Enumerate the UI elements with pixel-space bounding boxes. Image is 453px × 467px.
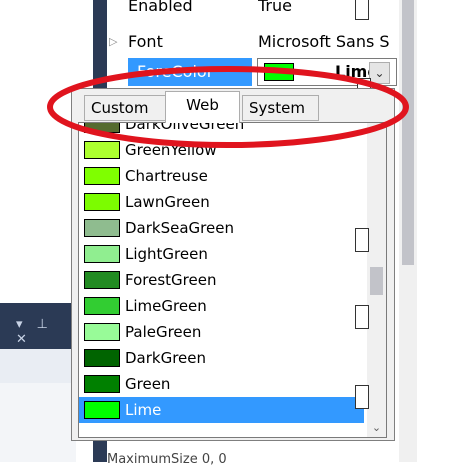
- expand-arrow-icon[interactable]: ▷: [109, 35, 117, 48]
- color-name: DarkGreen: [125, 349, 207, 367]
- property-name: ForeColor: [128, 58, 252, 86]
- color-list-item[interactable]: GreenYellow: [79, 137, 364, 163]
- color-swatch: [84, 297, 120, 315]
- partial-property-row: MaximumSize 0, 0: [107, 452, 227, 467]
- color-name: LightGreen: [125, 245, 208, 263]
- color-name: Chartreuse: [125, 167, 208, 185]
- property-grid-scroll-thumb[interactable]: [402, 0, 414, 265]
- color-name: LimeGreen: [125, 297, 207, 315]
- property-row-font[interactable]: ▷ Font Microsoft Sans S: [107, 30, 399, 56]
- color-list-item[interactable]: LightGreen: [79, 241, 364, 267]
- property-row-forecolor[interactable]: ForeColor Lime: [107, 58, 399, 86]
- property-value[interactable]: True: [258, 0, 399, 15]
- property-name: Font: [128, 32, 163, 51]
- color-swatch: [84, 401, 120, 419]
- web-color-list[interactable]: DarkOliveGreen GreenYellow Chartreuse LawnG…: [78, 122, 387, 438]
- color-list-item[interactable]: Green: [79, 371, 364, 397]
- color-list-item[interactable]: ForestGreen: [79, 267, 364, 293]
- ide-strip: [0, 349, 76, 383]
- color-list-item[interactable]: DarkGreen: [79, 345, 364, 371]
- color-list-item[interactable]: Lime: [79, 397, 364, 423]
- color-swatch: [84, 323, 120, 341]
- color-name: Green: [125, 375, 171, 393]
- color-name: LawnGreen: [125, 193, 210, 211]
- tab-custom[interactable]: Custom: [84, 95, 167, 121]
- color-list-scroll-thumb[interactable]: [370, 267, 383, 295]
- color-list-item[interactable]: PaleGreen: [79, 319, 364, 345]
- color-name: ForestGreen: [125, 271, 217, 289]
- color-name: PaleGreen: [125, 323, 202, 341]
- color-swatch: [84, 349, 120, 367]
- placeholder-box: [355, 228, 369, 252]
- color-name: DarkOliveGreen: [125, 122, 245, 133]
- color-picker-popup: Custom Web System DarkOliveGreen GreenYel…: [71, 88, 395, 441]
- color-list-item[interactable]: DarkOliveGreen: [79, 122, 364, 137]
- chevron-down-icon: ⌄: [374, 66, 385, 80]
- color-swatch: [84, 193, 120, 211]
- color-name: DarkSeaGreen: [125, 219, 234, 237]
- color-name: GreenYellow: [125, 141, 217, 159]
- color-list-item[interactable]: LawnGreen: [79, 189, 364, 215]
- color-swatch: [84, 123, 120, 133]
- color-list-item[interactable]: LimeGreen: [79, 293, 364, 319]
- color-swatch: [264, 63, 294, 81]
- ide-toolwindow-header: ▾ ⊥ ✕: [0, 303, 76, 349]
- scroll-up-icon[interactable]: ⌃: [367, 123, 386, 141]
- placeholder-box: [355, 385, 369, 409]
- tab-system[interactable]: System: [242, 95, 319, 121]
- color-name: Lime: [125, 401, 162, 419]
- color-swatch: [84, 245, 120, 263]
- pin-icon[interactable]: ▾ ⊥ ✕: [16, 317, 76, 347]
- tab-web[interactable]: Web: [165, 91, 240, 123]
- color-swatch: [84, 271, 120, 289]
- color-list-item[interactable]: Chartreuse: [79, 163, 364, 189]
- property-name: Enabled: [128, 0, 193, 15]
- ide-strip-lower: [0, 383, 76, 462]
- color-swatch: [84, 167, 120, 185]
- property-value[interactable]: Microsoft Sans S: [258, 32, 399, 51]
- blank-area: [417, 0, 453, 462]
- placeholder-box: [355, 0, 369, 20]
- color-swatch: [84, 219, 120, 237]
- color-swatch: [84, 141, 120, 159]
- scroll-down-icon[interactable]: ⌄: [367, 419, 386, 437]
- dropdown-arrow-button[interactable]: ⌄: [369, 62, 390, 84]
- color-list-item[interactable]: DarkSeaGreen: [79, 215, 364, 241]
- placeholder-box: [355, 305, 369, 329]
- color-swatch: [84, 375, 120, 393]
